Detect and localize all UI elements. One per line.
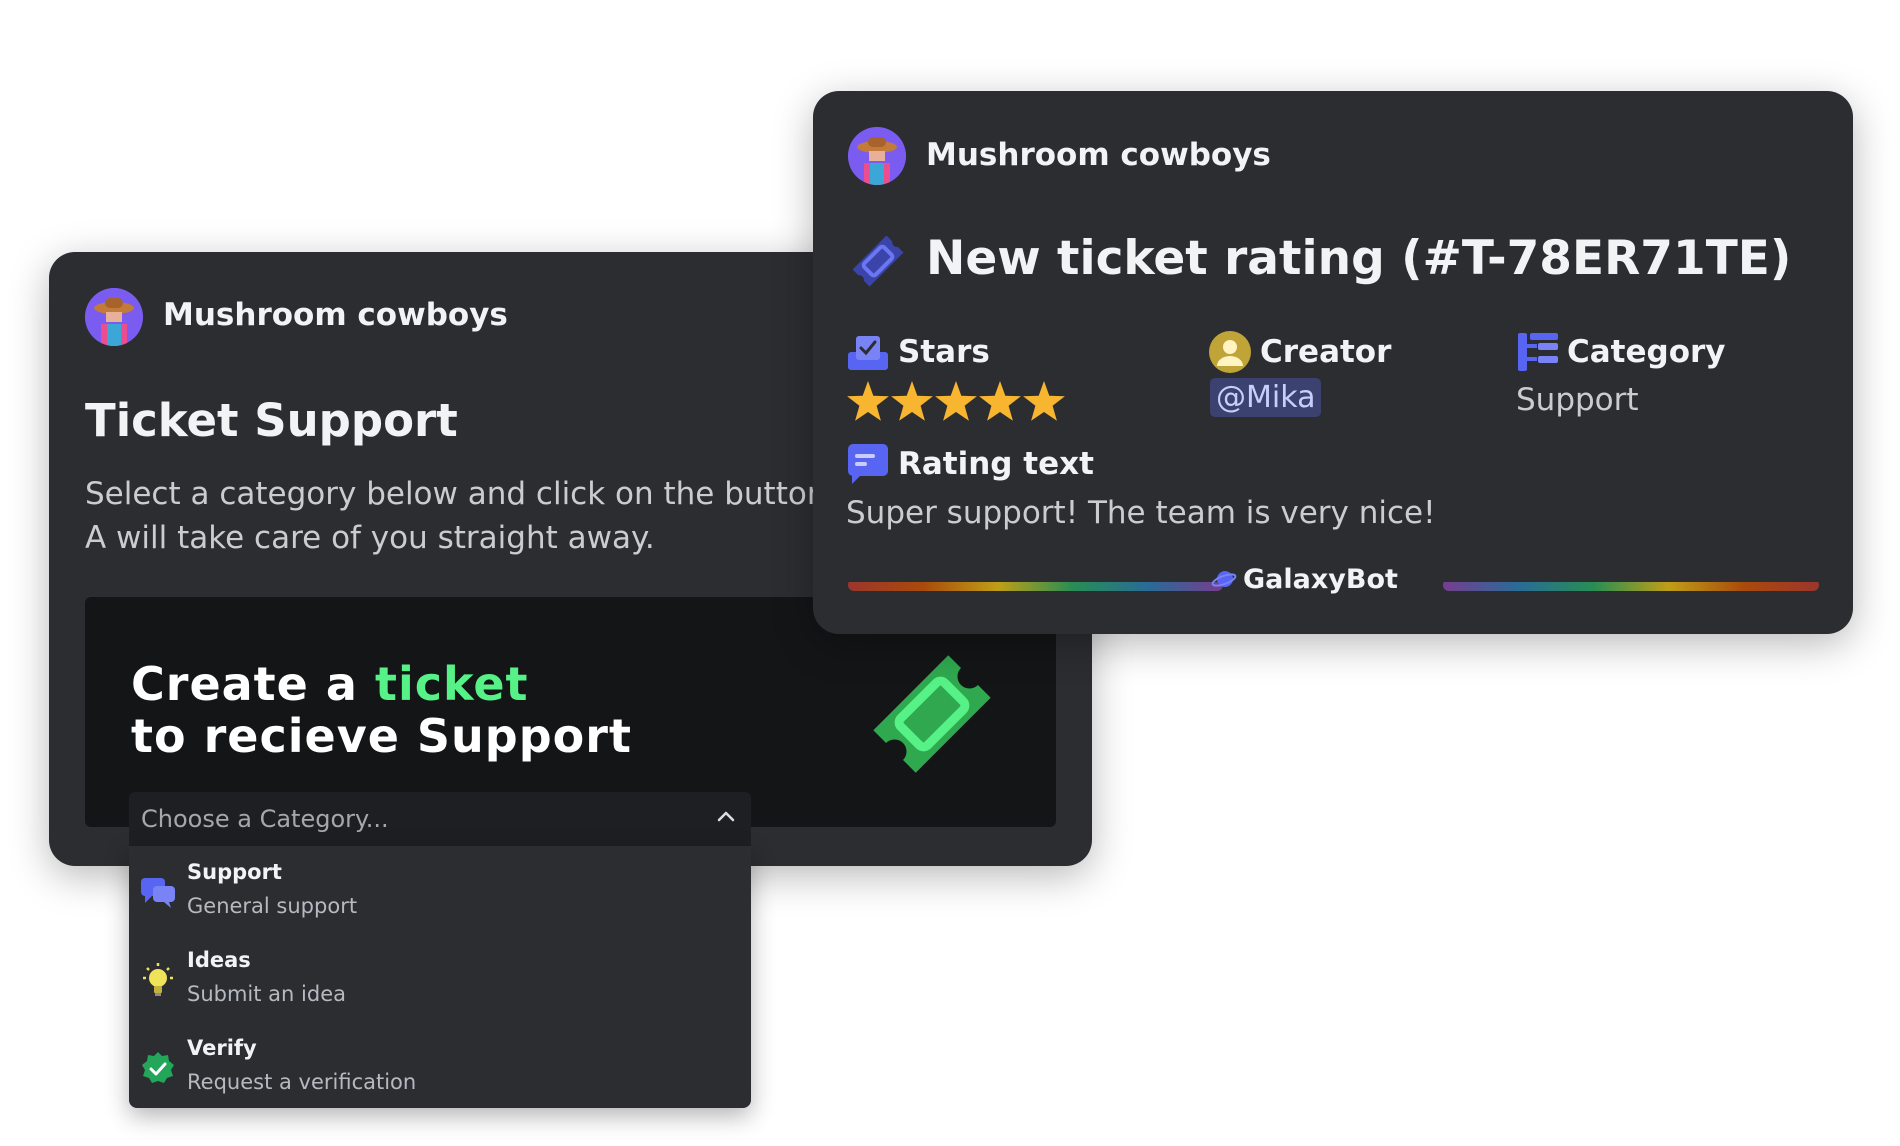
star-icon	[1023, 381, 1065, 421]
star-icon	[979, 381, 1021, 421]
option-label: Verify	[187, 1036, 257, 1060]
category-option-verify[interactable]: Verify Request a verification	[129, 1022, 751, 1102]
banner-prefix: Create a	[131, 657, 375, 711]
ticket-icon	[852, 235, 904, 287]
footer-brand-name: GalaxyBot	[1243, 564, 1398, 595]
speech-bubbles-icon	[141, 878, 175, 908]
rainbow-divider-left	[848, 579, 1223, 591]
category-select-placeholder: Choose a Category...	[141, 805, 389, 833]
checkbox-tray-icon	[848, 336, 888, 370]
option-description: Request a verification	[187, 1070, 417, 1094]
category-tree-icon	[1518, 333, 1558, 371]
option-label: Support	[187, 860, 282, 884]
star-icon	[891, 381, 933, 421]
category-option-ideas[interactable]: Ideas Submit an idea	[129, 934, 751, 1014]
field-stars-name: Stars	[898, 334, 990, 370]
ticket-icon	[873, 655, 991, 773]
field-rating-text-name: Rating text	[898, 446, 1094, 482]
planet-icon	[1211, 571, 1237, 587]
creator-mention[interactable]: @Mika	[1210, 378, 1322, 417]
option-label: Ideas	[187, 948, 251, 972]
embed-author: Mushroom cowboys	[163, 297, 508, 333]
user-icon	[1209, 331, 1251, 373]
banner-subline: to recieve Support	[131, 709, 632, 763]
field-category-name: Category	[1567, 334, 1726, 370]
category-option-support[interactable]: Support General support	[129, 846, 751, 926]
field-rating-text-value: Super support! The team is very nice!	[846, 495, 1436, 531]
option-description: General support	[187, 894, 358, 918]
rainbow-divider-right	[1443, 579, 1819, 591]
banner-accent-word: ticket	[374, 657, 529, 711]
category-select[interactable]: Choose a Category...	[129, 792, 751, 846]
embed-author: Mushroom cowboys	[926, 137, 1271, 173]
field-category-value: Support	[1516, 382, 1639, 418]
footer-brand: GalaxyBot	[1211, 564, 1398, 595]
server-avatar	[848, 127, 906, 185]
star-icon	[847, 381, 889, 421]
embed-title: Ticket Support	[85, 394, 458, 447]
server-avatar	[85, 288, 143, 346]
verified-check-icon	[142, 1052, 174, 1083]
ticket-rating-embed: Mushroom cowboys New ticket rating (#T-7…	[813, 91, 1853, 634]
option-description: Submit an idea	[187, 982, 346, 1006]
embed-title: New ticket rating (#T-78ER71TE)	[926, 231, 1792, 286]
category-menu: Support General support Ideas Submit an …	[129, 846, 751, 1108]
message-icon	[848, 444, 888, 484]
lightbulb-icon	[143, 963, 173, 996]
field-creator-name: Creator	[1260, 334, 1392, 370]
star-icon	[935, 381, 977, 421]
banner-headline: Create a ticket	[131, 657, 529, 711]
chevron-up-icon[interactable]	[715, 806, 737, 828]
embed-description: Select a category below and click on the…	[85, 476, 837, 556]
star-rating	[847, 381, 1065, 421]
